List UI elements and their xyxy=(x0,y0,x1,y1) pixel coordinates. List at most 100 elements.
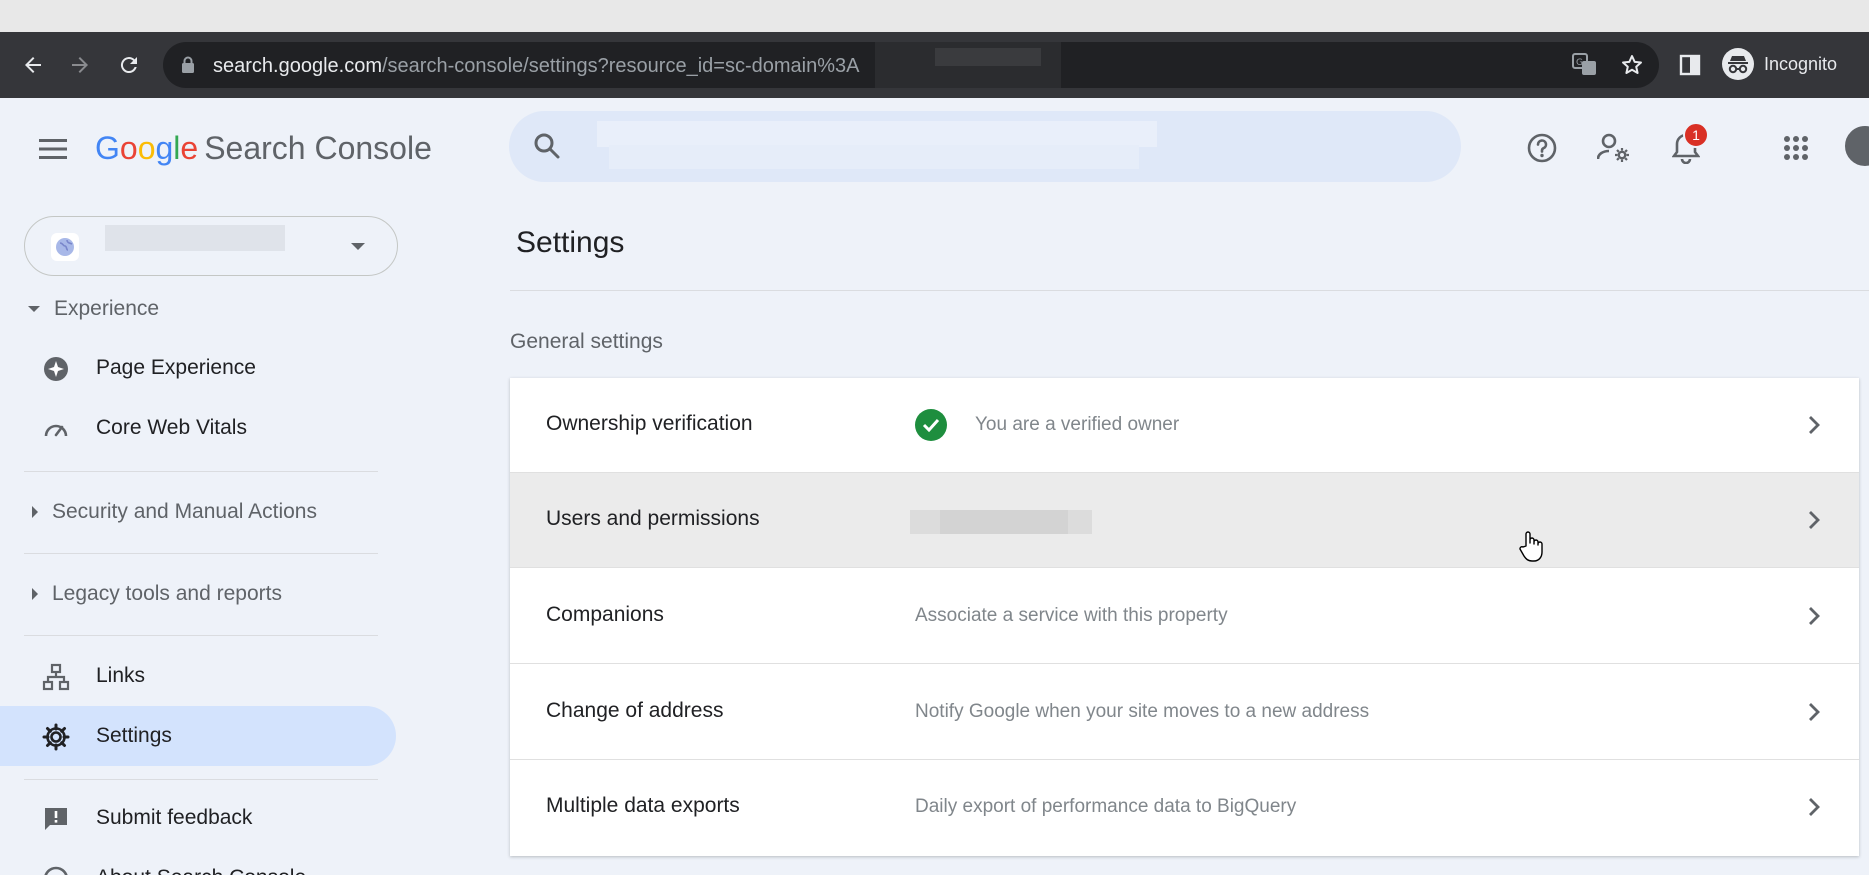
logo-letter: e xyxy=(180,130,199,166)
svg-text:G: G xyxy=(1576,58,1583,68)
main-menu-button[interactable] xyxy=(36,132,70,166)
row-description: Daily export of performance data to BigQ… xyxy=(915,796,1297,817)
search-redacted xyxy=(609,145,1139,169)
nav-label: Submit feedback xyxy=(96,806,253,829)
security-section-header[interactable]: Security and Manual Actions xyxy=(28,500,317,524)
chevron-right-icon xyxy=(1809,798,1820,816)
incognito-profile[interactable]: Incognito xyxy=(1722,48,1837,80)
search-console-preferences-button[interactable] xyxy=(1594,128,1634,168)
hamburger-menu-icon xyxy=(39,139,67,159)
sidebar-divider xyxy=(24,779,378,780)
user-count-redacted xyxy=(910,510,1092,534)
sidebar-item-links[interactable]: Links xyxy=(0,646,396,706)
sidebar-divider xyxy=(24,553,378,554)
forward-button[interactable] xyxy=(63,48,97,82)
incognito-icon xyxy=(1722,48,1754,80)
arrow-left-icon xyxy=(25,57,41,73)
sidebar-item-core-web-vitals[interactable]: Core Web Vitals xyxy=(0,398,396,458)
general-settings-heading: General settings xyxy=(510,330,663,353)
collapse-caret-icon xyxy=(32,506,38,518)
row-label: Change of address xyxy=(546,699,724,722)
sitemap-icon xyxy=(42,663,70,691)
section-label: Security and Manual Actions xyxy=(52,500,317,523)
page-title: Settings xyxy=(516,226,625,259)
reload-button[interactable] xyxy=(112,48,146,82)
side-panel-icon[interactable] xyxy=(1679,54,1701,76)
feedback-icon xyxy=(42,805,70,833)
nav-label: About Search Console xyxy=(96,866,306,875)
sidebar-divider xyxy=(24,635,378,636)
settings-row-multiple-data-exports[interactable]: Multiple data exports Daily export of pe… xyxy=(510,760,1859,855)
nav-label: Links xyxy=(96,664,146,687)
search-icon xyxy=(534,133,560,159)
url-redacted xyxy=(875,42,1061,88)
logo-letter: G xyxy=(95,130,120,166)
settings-row-change-of-address[interactable]: Change of address Notify Google when you… xyxy=(510,665,1859,760)
page-experience-icon xyxy=(42,355,70,383)
settings-row-users-and-permissions[interactable]: Users and permissions xyxy=(510,473,1859,568)
row-label: Companions xyxy=(546,603,664,626)
chevron-right-icon xyxy=(1809,416,1820,434)
browser-toolbar: search.google.com/search-console/setting… xyxy=(0,32,1869,98)
info-icon xyxy=(42,865,70,875)
check-circle-icon xyxy=(915,409,947,441)
hand-cursor-icon xyxy=(1519,531,1543,562)
row-description: Associate a service with this property xyxy=(915,605,1228,626)
help-button[interactable] xyxy=(1522,128,1562,168)
section-label: Experience xyxy=(54,297,160,320)
search-redacted xyxy=(597,121,1157,147)
nav-label: Settings xyxy=(96,724,172,747)
speedometer-icon xyxy=(42,415,70,443)
experience-section-header[interactable]: Experience xyxy=(28,297,159,321)
settings-card: Ownership verification You are a verifie… xyxy=(510,378,1859,856)
logo-letter: o xyxy=(119,130,138,166)
help-icon xyxy=(1527,133,1557,163)
logo-letter: o xyxy=(137,130,156,166)
sidebar-divider xyxy=(24,471,378,472)
reload-icon xyxy=(120,57,137,74)
search-console-logo[interactable]: Google Search Console xyxy=(95,130,432,167)
translate-icon[interactable]: G xyxy=(1572,53,1598,77)
chevron-right-icon xyxy=(1809,511,1820,529)
nav-label: Page Experience xyxy=(96,356,256,379)
sidebar-item-settings[interactable]: Settings xyxy=(0,706,396,766)
url-inspection-search[interactable] xyxy=(509,111,1461,182)
chevron-right-icon xyxy=(1809,703,1820,721)
gear-icon xyxy=(42,723,70,751)
nav-label: Core Web Vitals xyxy=(96,416,247,439)
sidebar-item-page-experience[interactable]: Page Experience xyxy=(0,338,396,398)
row-description: You are a verified owner xyxy=(975,414,1180,435)
property-selector[interactable] xyxy=(24,216,398,276)
dropdown-caret-icon xyxy=(351,243,365,250)
collapse-caret-icon xyxy=(32,588,38,600)
incognito-label: Incognito xyxy=(1764,53,1838,74)
browser-tab-strip xyxy=(0,0,1869,32)
property-name-redacted xyxy=(105,225,285,251)
google-apps-button[interactable] xyxy=(1776,128,1816,168)
url-text: search.google.com/search-console/setting… xyxy=(213,55,860,77)
account-avatar[interactable] xyxy=(1843,124,1869,168)
sidebar-item-about[interactable]: About Search Console xyxy=(0,848,396,875)
lock-icon xyxy=(182,56,194,73)
section-label: Legacy tools and reports xyxy=(52,582,282,605)
globe-icon xyxy=(51,233,79,261)
chevron-right-icon xyxy=(1809,607,1820,625)
product-name: Search Console xyxy=(204,130,432,166)
row-label: Multiple data exports xyxy=(546,794,740,817)
expand-caret-icon xyxy=(28,306,40,312)
address-bar[interactable]: search.google.com/search-console/setting… xyxy=(163,42,1659,88)
arrow-right-icon xyxy=(72,57,88,73)
sidebar-item-submit-feedback[interactable]: Submit feedback xyxy=(0,788,396,848)
manage-accounts-icon xyxy=(1597,133,1629,162)
row-label: Users and permissions xyxy=(546,507,760,530)
legacy-section-header[interactable]: Legacy tools and reports xyxy=(28,582,282,606)
settings-row-companions[interactable]: Companions Associate a service with this… xyxy=(510,569,1859,664)
settings-row-ownership-verification[interactable]: Ownership verification You are a verifie… xyxy=(510,378,1859,473)
back-button[interactable] xyxy=(16,48,50,82)
title-divider xyxy=(510,290,1869,291)
apps-grid-icon xyxy=(1784,136,1808,160)
notification-badge: 1 xyxy=(1683,122,1709,148)
star-icon[interactable] xyxy=(1620,53,1644,77)
logo-letter: g xyxy=(155,130,174,166)
row-label: Ownership verification xyxy=(546,412,753,435)
